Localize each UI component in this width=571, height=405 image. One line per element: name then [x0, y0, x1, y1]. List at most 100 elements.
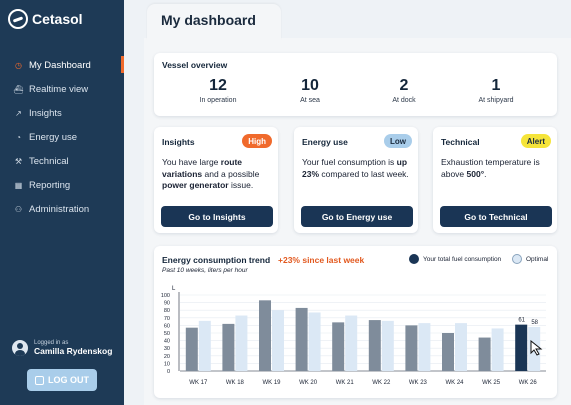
sidebar-nav: ◷ My Dashboard ⛴ Realtime view ↗ Insight…: [0, 53, 124, 221]
x-tick-label: WK 21: [336, 380, 355, 386]
stat-value: 2: [399, 77, 409, 94]
vessel-overview-card: Vessel overview 12 In operation 10 At se…: [154, 53, 557, 116]
status-badge: Low: [384, 134, 412, 148]
stat-label: In operation: [199, 97, 237, 104]
bar-total: [368, 320, 381, 371]
bar-optimal: [418, 323, 431, 371]
sidebar-item-insights[interactable]: ↗ Insights: [0, 101, 124, 125]
bar-total: [295, 307, 308, 371]
sidebar-item-administration[interactable]: ⚇ Administration: [0, 197, 124, 221]
table-icon: ▦: [14, 180, 23, 190]
vessel-overview-title: Vessel overview: [162, 60, 228, 70]
user-icon: ⚇: [14, 204, 23, 214]
stat-value: 12: [209, 77, 227, 94]
y-tick-label: 50: [164, 331, 170, 337]
logout-button[interactable]: LOG OUT: [27, 369, 97, 391]
sidebar-item-energy-use[interactable]: ◔ Energy use: [0, 125, 124, 149]
card-message: You have large route variations and a po…: [162, 157, 260, 190]
stat-in-operation: 12 In operation: [178, 77, 258, 104]
stat-at-sea: 10 At sea: [270, 77, 350, 104]
dashboard-icon: ◷: [15, 60, 22, 70]
y-tick-label: 60: [164, 323, 170, 329]
tab-my-dashboard[interactable]: My dashboard: [147, 4, 281, 40]
x-tick-label: WK 26: [519, 380, 538, 386]
sidebar-item-label: Reporting: [29, 179, 71, 191]
y-tick-label: 10: [164, 361, 170, 367]
legend-label: Your total fuel consumption: [423, 255, 502, 263]
card-title: Technical: [441, 137, 480, 147]
legend-label: Optimal: [526, 255, 549, 263]
go-to-technical-button[interactable]: Go to Technical: [440, 206, 552, 227]
data-label: 61: [518, 318, 525, 324]
y-tick-label: 80: [164, 308, 170, 314]
sidebar-item-label: Administration: [29, 203, 90, 215]
sidebar-item-label: Technical: [29, 155, 69, 167]
x-tick-label: WK 19: [262, 380, 281, 386]
bar-optimal: [381, 320, 394, 371]
logout-label: LOG OUT: [48, 375, 89, 385]
x-tick-label: WK 23: [409, 380, 428, 386]
card-message: Your fuel consumption is up 23% compared…: [302, 157, 409, 179]
stat-at-dock: 2 At dock: [364, 77, 444, 104]
sidebar-item-label: My Dashboard: [29, 59, 91, 71]
y-tick-label: 90: [164, 301, 170, 307]
logo-icon: [8, 9, 28, 29]
y-tick-label: 0: [167, 369, 170, 375]
card-message: Exhaustion temperature is above 500°.: [441, 157, 540, 179]
go-to-insights-button[interactable]: Go to Insights: [161, 206, 273, 227]
bar-optimal: [455, 323, 467, 371]
bar-total: [332, 322, 345, 371]
bar-total: [222, 323, 235, 371]
trend-icon: ↗: [15, 108, 22, 118]
stat-label: At dock: [392, 97, 416, 104]
bar-optimal: [345, 315, 358, 371]
bar-total: [515, 324, 528, 371]
y-tick-label: 70: [164, 316, 170, 322]
bar-total: [259, 300, 271, 371]
bar-total: [478, 337, 491, 371]
stat-label: At sea: [300, 97, 320, 104]
logout-icon: [35, 375, 44, 385]
bar-optimal: [308, 312, 321, 371]
brand-name: Cetasol: [32, 11, 83, 27]
x-tick-label: WK 17: [189, 380, 208, 386]
sidebar-item-my-dashboard[interactable]: ◷ My Dashboard: [0, 53, 124, 77]
y-tick-label: 40: [164, 339, 170, 345]
bar-optimal: [235, 315, 248, 371]
gauge-icon: ◔: [16, 132, 21, 142]
x-tick-label: WK 18: [226, 380, 245, 386]
insights-card: Insights High You have large route varia…: [154, 127, 278, 233]
legend-total: Your total fuel consumption: [409, 254, 501, 264]
card-title: Insights: [162, 137, 195, 147]
stat-at-shipyard: 1 At shipyard: [456, 77, 536, 104]
sidebar: Cetasol ◷ My Dashboard ⛴ Realtime view ↗…: [0, 0, 124, 405]
x-tick-label: WK 24: [445, 380, 464, 386]
energy-trend-card: L 0 10 20 30 40 50 60 70 80 90 100 WK 17 WK 18 WK 19 WK…: [154, 246, 557, 398]
y-tick-label: 100: [161, 293, 170, 299]
bar-optimal: [272, 310, 284, 371]
x-tick-label: WK 22: [372, 380, 391, 386]
sidebar-item-label: Realtime view: [29, 83, 89, 95]
y-tick-label: 20: [164, 354, 170, 360]
stat-value: 1: [491, 77, 501, 94]
brand[interactable]: Cetasol: [8, 9, 83, 29]
sidebar-item-reporting[interactable]: ▦ Reporting: [0, 173, 124, 197]
ship-icon: ⛴: [13, 84, 24, 94]
stat-label: At shipyard: [478, 97, 514, 104]
x-tick-label: WK 25: [482, 380, 501, 386]
wrench-icon: ⚒: [14, 156, 23, 166]
avatar: [12, 340, 28, 356]
sidebar-item-technical[interactable]: ⚒ Technical: [0, 149, 124, 173]
chart-delta: +23% since last week: [278, 255, 365, 265]
sidebar-item-realtime-view[interactable]: ⛴ Realtime view: [0, 77, 124, 101]
user-info: Logged in as Camilla Rydenskog: [12, 340, 112, 356]
go-to-energy-use-button[interactable]: Go to Energy use: [301, 206, 413, 227]
bar-total: [185, 327, 198, 371]
legend-dot-icon: [512, 254, 522, 264]
x-tick-label: WK 20: [299, 380, 318, 386]
data-label: 58: [531, 320, 538, 326]
sidebar-item-label: Insights: [29, 107, 62, 119]
bar-total: [405, 325, 418, 371]
chart-subtitle: Past 10 weeks, liters per hour: [162, 267, 248, 274]
technical-card: Technical Alert Exhaustion temperature i…: [433, 127, 557, 233]
